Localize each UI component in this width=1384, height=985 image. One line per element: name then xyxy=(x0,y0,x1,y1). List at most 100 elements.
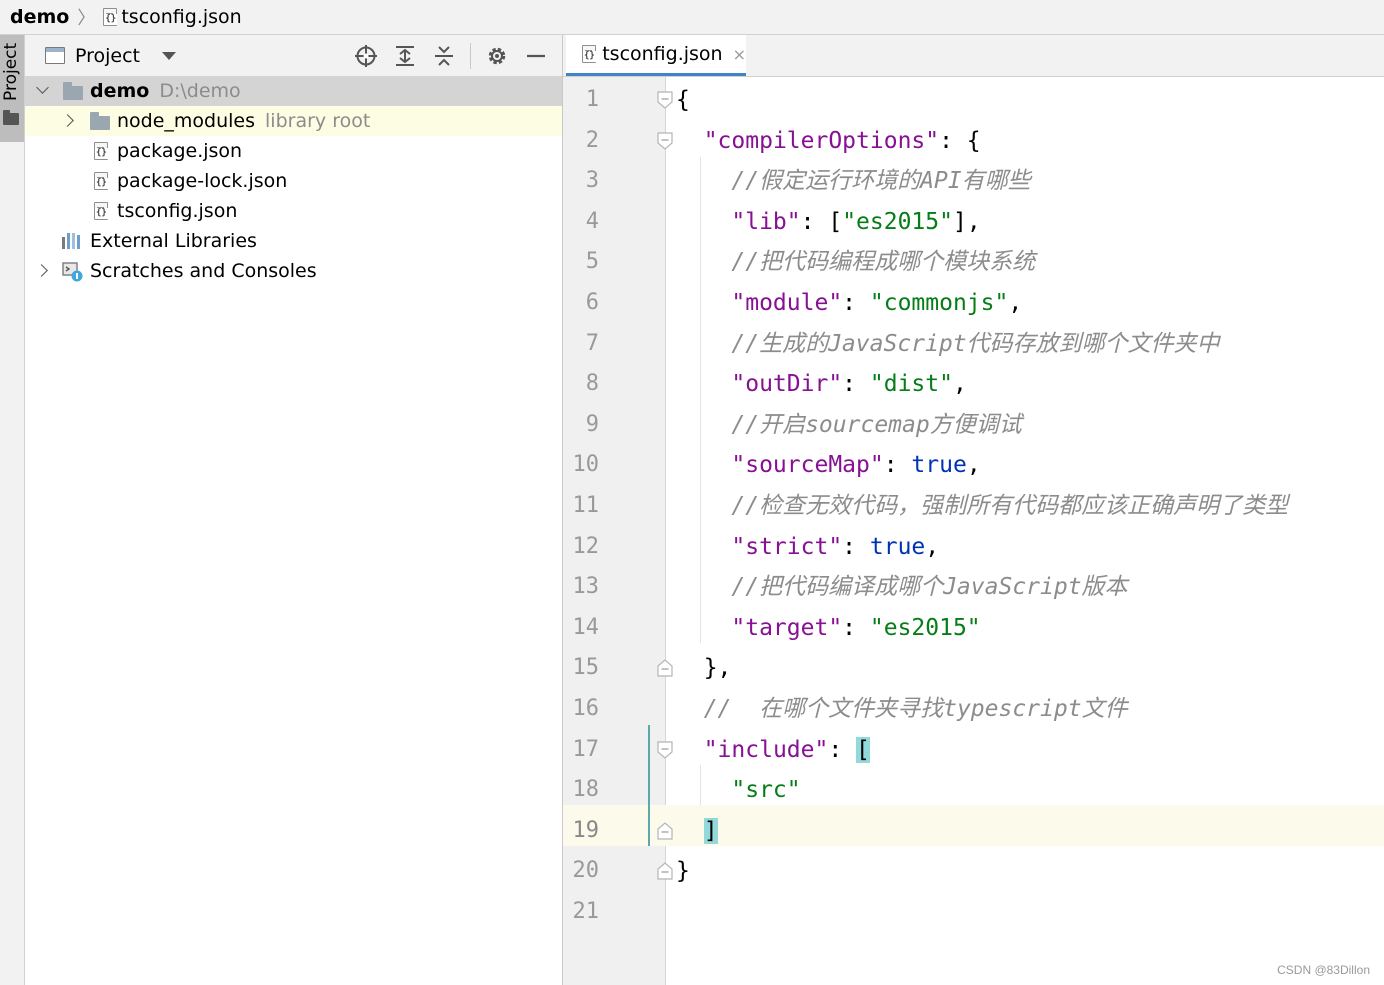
chevron-right-icon[interactable] xyxy=(63,115,73,125)
project-tool-tab[interactable]: Project xyxy=(0,35,24,142)
line-number: 3 xyxy=(585,168,599,194)
code-line[interactable]: 18 "src" xyxy=(563,770,1384,811)
left-tool-strip: Project xyxy=(0,35,25,985)
code-line[interactable]: 13 //把代码编译成哪个JavaScript版本 xyxy=(563,567,1384,608)
code-line[interactable]: 2 "compilerOptions": { xyxy=(563,121,1384,162)
code-token: //把代码编程成哪个模块系统 xyxy=(731,249,1036,276)
project-tool-tab-label: Project xyxy=(1,42,21,101)
breadcrumb-file[interactable]: tsconfig.json xyxy=(121,6,241,28)
gear-icon[interactable] xyxy=(484,43,510,69)
code-token: "include" xyxy=(703,736,829,763)
breadcrumb-project[interactable]: demo xyxy=(10,6,69,28)
code-text: "strict": true, xyxy=(676,527,939,567)
chevron-down-icon[interactable] xyxy=(38,83,48,93)
code-token: , xyxy=(925,533,940,560)
tree-item-external-libraries[interactable]: External Libraries xyxy=(25,226,562,256)
code-token: , xyxy=(966,452,981,479)
code-line[interactable]: 21 xyxy=(563,892,1384,933)
expand-all-icon[interactable] xyxy=(392,43,418,69)
close-icon[interactable]: × xyxy=(733,45,746,64)
tree-item-demo[interactable]: demo D:\demo xyxy=(25,76,562,106)
code-text: ] xyxy=(676,811,718,851)
line-number: 13 xyxy=(572,574,600,600)
code-token: , xyxy=(1008,289,1023,316)
code-line[interactable]: 3 //假定运行环境的API有哪些 xyxy=(563,161,1384,202)
code-line[interactable]: 5 //把代码编程成哪个模块系统 xyxy=(563,242,1384,283)
navigation-breadcrumb: demo 〉 {} tsconfig.json xyxy=(0,0,1384,35)
tree-item-label: package.json xyxy=(117,140,243,162)
collapse-all-icon[interactable] xyxy=(431,43,457,69)
library-root-hint: library root xyxy=(265,110,371,132)
tree-item-package-json[interactable]: {} package.json xyxy=(25,136,562,166)
code-token: "src" xyxy=(731,777,801,804)
code-line[interactable]: 15 }, xyxy=(563,648,1384,689)
json-file-icon: {} xyxy=(92,141,108,161)
code-text: "compilerOptions": { xyxy=(676,121,981,161)
fold-close-icon[interactable] xyxy=(657,821,673,840)
code-token: "dist" xyxy=(869,371,953,398)
json-file-icon: {} xyxy=(101,7,118,27)
code-line[interactable]: 11 //检查无效代码，强制所有代码都应该正确声明了类型 xyxy=(563,486,1384,527)
locate-icon[interactable] xyxy=(353,43,379,69)
code-line[interactable]: 8 "outDir": "dist", xyxy=(563,364,1384,405)
dropdown-caret-icon[interactable] xyxy=(162,51,177,60)
tree-item-scratches-and-consoles[interactable]: Scratches and Consoles xyxy=(25,256,562,286)
line-number: 6 xyxy=(585,289,599,315)
project-view-selector[interactable]: Project xyxy=(75,45,140,67)
code-line[interactable]: 10 "sourceMap": true, xyxy=(563,445,1384,486)
code-token: , xyxy=(952,371,967,398)
fold-open-icon[interactable] xyxy=(657,131,673,150)
minimize-icon[interactable] xyxy=(523,43,549,69)
tree-item-node-modules[interactable]: node_modules library root xyxy=(25,106,562,136)
code-token: //假定运行环境的API有哪些 xyxy=(731,168,1031,195)
code-line[interactable]: 12 "strict": true, xyxy=(563,527,1384,568)
code-token: true xyxy=(911,452,967,479)
code-token: [ xyxy=(856,736,870,763)
folder-name: demo xyxy=(90,80,150,102)
code-line[interactable]: 7 //生成的JavaScript代码存放到哪个文件夹中 xyxy=(563,324,1384,365)
code-line[interactable]: 4 "lib": ["es2015"], xyxy=(563,202,1384,243)
code-token: { xyxy=(676,87,690,113)
fold-open-icon[interactable] xyxy=(657,740,673,759)
code-line[interactable]: 17 "include": [ xyxy=(563,730,1384,771)
line-number: 11 xyxy=(572,492,600,518)
fold-close-icon[interactable] xyxy=(657,862,673,880)
code-text: //把代码编程成哪个模块系统 xyxy=(676,242,1035,282)
code-line[interactable]: 19 ] xyxy=(563,811,1384,852)
json-file-icon: {} xyxy=(580,44,596,64)
editor-tab-bar: {} tsconfig.json × xyxy=(563,35,1384,77)
code-line[interactable]: 20} xyxy=(563,851,1384,892)
code-line[interactable]: 9 //开启sourcemap方便调试 xyxy=(563,405,1384,446)
project-panel-header: Project xyxy=(25,35,562,77)
fold-close-icon[interactable] xyxy=(657,659,673,677)
code-line[interactable]: 14 "target": "es2015" xyxy=(563,608,1384,649)
code-token: : xyxy=(883,452,912,479)
chevron-right-icon[interactable] xyxy=(37,265,47,275)
folder-icon xyxy=(3,110,19,125)
tab-title: tsconfig.json xyxy=(602,43,723,65)
code-token: ], xyxy=(952,208,981,235)
code-token: : xyxy=(842,614,870,641)
tree-item-tsconfig-json[interactable]: {} tsconfig.json xyxy=(25,196,562,226)
code-token: "outDir" xyxy=(731,371,843,398)
code-line[interactable]: 1{ xyxy=(563,80,1384,121)
fold-open-icon[interactable] xyxy=(657,91,673,109)
scratch-icon xyxy=(62,261,83,282)
line-number: 15 xyxy=(572,655,600,681)
code-token: //检查无效代码，强制所有代码都应该正确声明了类型 xyxy=(731,492,1289,519)
line-number: 20 xyxy=(572,858,600,884)
code-text: } xyxy=(676,851,690,891)
code-line[interactable]: 6 "module": "commonjs", xyxy=(563,283,1384,324)
library-icon xyxy=(62,233,84,249)
code-line[interactable]: 16 // 在哪个文件夹寻找typescript文件 xyxy=(563,689,1384,730)
code-token: // 在哪个文件夹寻找typescript文件 xyxy=(703,695,1128,722)
tree-item-package-lock-json[interactable]: {} package-lock.json xyxy=(25,166,562,196)
code-token: "commonjs" xyxy=(869,289,1009,316)
tab-tsconfig-json[interactable]: {} tsconfig.json × xyxy=(566,35,746,76)
